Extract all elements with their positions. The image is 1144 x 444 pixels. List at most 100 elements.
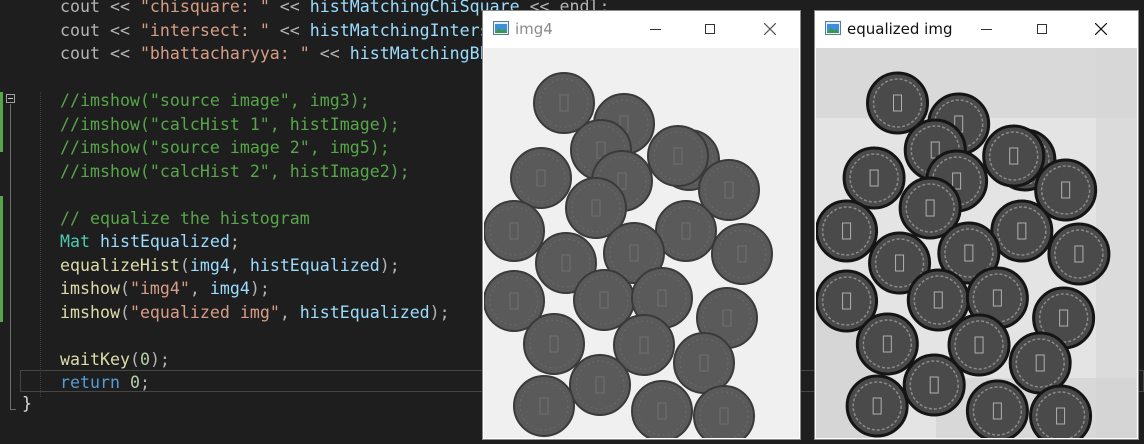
code-token: //imshow("calcHist 2", histImage2);: [60, 161, 410, 181]
code-token: "chisquare: ": [139, 0, 270, 16]
minimize-icon[interactable]: [633, 15, 679, 43]
maximize-icon[interactable]: [1020, 15, 1066, 43]
code-token: <<: [269, 0, 310, 16]
coin: [1047, 222, 1111, 286]
coin: [816, 199, 879, 263]
coin: [693, 385, 755, 438]
coin: [711, 223, 773, 285]
code-token: cout <<: [60, 0, 140, 16]
coin: [842, 146, 906, 210]
image-display[interactable]: [816, 48, 1137, 438]
close-icon[interactable]: [1078, 15, 1124, 43]
code-token: histEqualized: [299, 302, 430, 322]
closing-brace: }: [22, 394, 32, 413]
coin: [902, 353, 966, 417]
code-line: return 0;: [60, 372, 150, 394]
code-line: imshow("img4", img4);: [60, 278, 270, 300]
code-token: ,: [189, 279, 210, 298]
coin: [855, 312, 919, 376]
code-token: (: [179, 255, 190, 275]
coin: [631, 380, 693, 438]
coin: [510, 147, 572, 209]
code-token: 0: [129, 373, 140, 392]
change-marker: [0, 92, 3, 152]
coin: [523, 313, 585, 375]
coins-image: [816, 48, 1137, 438]
coin: [845, 374, 909, 438]
code-token: //imshow("source image", img3);: [60, 91, 370, 110]
coin: [982, 124, 1046, 188]
code-token: "intersect: ": [139, 20, 270, 40]
code-token: (: [129, 349, 140, 369]
code-token: );: [429, 302, 450, 322]
code-line: //imshow("calcHist 2", histImage2);: [60, 161, 410, 183]
equalized-img-window[interactable]: equalized img: [814, 10, 1139, 440]
coin: [990, 199, 1054, 263]
image-display[interactable]: [484, 48, 799, 438]
code-token: "bhattacharyya: ": [139, 44, 310, 63]
coin: [569, 354, 631, 416]
code-token: histEqualized: [99, 232, 230, 251]
maximize-icon[interactable]: [688, 15, 734, 43]
code-token: // equalize the histogram: [60, 208, 310, 228]
fold-guide-end: [10, 409, 16, 410]
code-token: cout <<: [60, 44, 140, 63]
code-token: );: [249, 279, 270, 298]
code-token: );: [149, 349, 170, 369]
code-line: //imshow("source image", img3);: [60, 90, 370, 112]
code-token: ;: [139, 373, 150, 392]
code-token: histEqualized: [249, 255, 380, 275]
code-line: imshow("equalized img", histEqualized);: [60, 302, 450, 324]
code-line: Mat histEqualized;: [60, 231, 240, 253]
coin: [484, 200, 545, 262]
code-line: // equalize the histogram: [60, 208, 310, 230]
code-token: Mat: [60, 232, 90, 251]
minimize-icon[interactable]: [964, 15, 1010, 43]
code-token: (: [119, 302, 130, 322]
indent-guide: [40, 92, 42, 397]
close-icon[interactable]: [747, 15, 793, 43]
code-token: //imshow("source image 2", img5);: [60, 138, 390, 157]
coins-image: [484, 48, 799, 438]
code-token: cout <<: [60, 20, 140, 40]
code-line: //imshow("source image 2", img5);: [60, 137, 390, 159]
code-token: ,: [229, 255, 250, 275]
code-token: equalizeHist: [60, 255, 180, 275]
coin: [1029, 384, 1093, 438]
code-token: 0: [139, 349, 150, 369]
code-token: <<: [269, 20, 310, 40]
code-token: "equalized img": [129, 302, 280, 322]
title-bar[interactable]: equalized img: [815, 11, 1138, 47]
code-token: <<: [309, 44, 350, 63]
code-token: imshow: [60, 279, 120, 298]
code-token: );: [379, 255, 400, 275]
code-token: waitKey: [60, 349, 130, 369]
collapse-icon[interactable]: [6, 94, 15, 103]
code-token: img4: [209, 279, 250, 298]
title-bar[interactable]: img4: [483, 11, 800, 47]
code-token: //imshow("calcHist 1", histImage);: [60, 114, 400, 134]
coin: [1008, 331, 1072, 395]
code-line: //imshow("calcHist 1", histImage);: [60, 114, 400, 136]
fold-guide: [10, 104, 11, 410]
code-token: "img4": [129, 279, 190, 298]
code-line: waitKey(0);: [60, 349, 170, 371]
code-token: imshow: [60, 302, 120, 322]
img4-window[interactable]: img4: [482, 10, 801, 440]
coin: [655, 200, 717, 262]
coin: [965, 379, 1029, 438]
window-app-icon: [493, 21, 509, 35]
code-token: (: [119, 279, 130, 298]
coin: [647, 125, 709, 187]
coin: [673, 332, 735, 394]
code-token: ;: [229, 232, 240, 251]
code-line: equalizeHist(img4, histEqualized);: [60, 255, 400, 277]
code-token: return: [60, 373, 120, 392]
change-marker: [0, 196, 3, 322]
window-title: img4: [515, 20, 553, 38]
window-title: equalized img: [847, 20, 953, 38]
coin: [513, 375, 575, 437]
window-app-icon: [825, 21, 841, 35]
